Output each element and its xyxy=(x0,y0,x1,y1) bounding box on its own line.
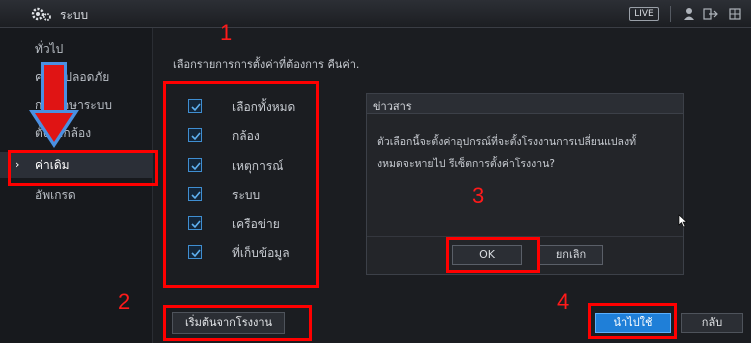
dialog-header: ข่าวสาร xyxy=(367,94,683,114)
annotation-box-options xyxy=(163,81,319,288)
dialog-message: ตัวเลือกนี้จะตั้งค่าอุปกรณ์ที่จะตั้งโรงง… xyxy=(377,131,677,175)
title-bar: ระบบ LIVE xyxy=(0,0,751,28)
mouse-cursor-icon xyxy=(678,214,688,231)
annotation-box-ok xyxy=(446,237,540,273)
down-arrow-icon xyxy=(27,62,83,155)
instruction-text: เลือกรายการการตั้งค่าที่ต้องการ คืนค่า. xyxy=(173,58,360,71)
annotation-box-factory xyxy=(163,305,312,341)
annotation-box-apply xyxy=(588,303,677,339)
back-button[interactable]: กลับ xyxy=(681,313,743,333)
step-number-2: 2 xyxy=(118,289,131,314)
gear-icon xyxy=(30,6,52,22)
sidebar-item-label: ทั่วไป xyxy=(35,42,64,56)
cancel-button[interactable]: ยกเลิก xyxy=(539,245,603,265)
grid-icon[interactable] xyxy=(729,7,741,21)
annotation-box-sidebar xyxy=(8,150,158,186)
step-number-3: 3 xyxy=(472,183,485,208)
toolbar-divider xyxy=(670,6,671,22)
step-number-4: 4 xyxy=(557,289,570,314)
sidebar-item-label: อัพเกรด xyxy=(35,188,76,202)
dialog-message-line: งหมดจะหายไป รีเซ็ตการตั้งค่าโรงงาน? xyxy=(377,158,555,170)
step-number-1: 1 xyxy=(220,20,233,45)
window-title: ระบบ xyxy=(60,8,89,22)
logout-icon[interactable] xyxy=(703,7,719,21)
live-view-button[interactable]: LIVE xyxy=(629,7,659,21)
dialog-message-line: ตัวเลือกนี้จะตั้งค่าอุปกรณ์ที่จะตั้งโรงง… xyxy=(377,136,637,148)
dialog-title: ข่าวสาร xyxy=(373,100,412,113)
user-icon[interactable] xyxy=(683,7,695,21)
sidebar-item-general[interactable]: ทั่วไป xyxy=(0,36,153,62)
